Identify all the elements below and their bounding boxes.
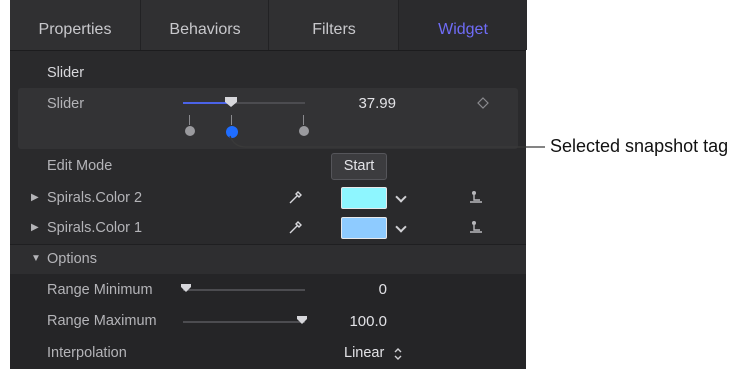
callout-line: [229, 135, 545, 148]
callout-label: Selected snapshot tag: [550, 136, 729, 156]
